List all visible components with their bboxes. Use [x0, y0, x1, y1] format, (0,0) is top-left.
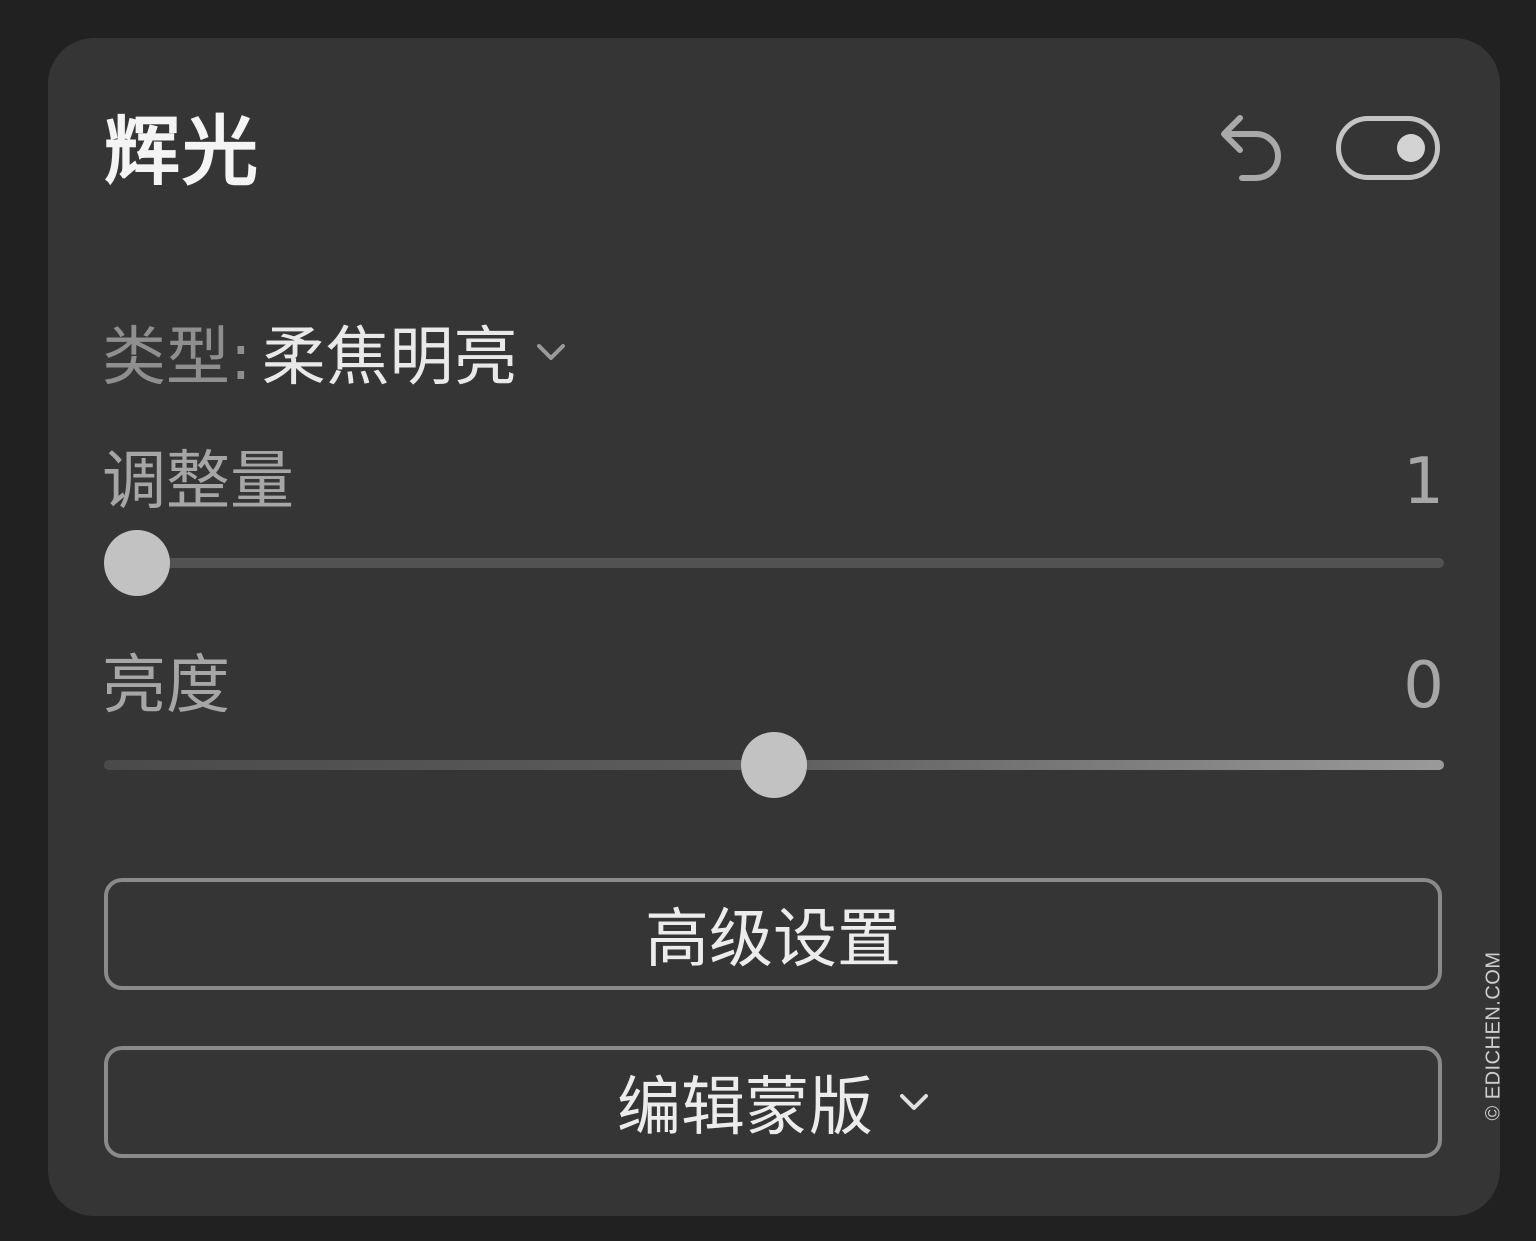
type-dropdown[interactable]: 柔焦明亮 — [252, 306, 566, 398]
watermark: © EDICHEN.COM — [1482, 951, 1505, 1121]
chevron-down-icon — [900, 1094, 928, 1110]
brightness-slider-thumb[interactable] — [741, 732, 807, 798]
toggle-knob — [1397, 134, 1425, 162]
amount-track — [104, 558, 1444, 568]
advanced-settings-button[interactable]: 高级设置 — [104, 878, 1442, 990]
type-row: 类型: 柔焦明亮 — [102, 310, 566, 395]
amount-value: 1 — [1403, 445, 1444, 519]
brightness-label: 亮度 — [102, 649, 230, 723]
brightness-slider[interactable] — [104, 730, 1444, 800]
edit-mask-label: 编辑蒙版 — [617, 1071, 873, 1145]
chevron-down-icon — [536, 344, 565, 360]
amount-label: 调整量 — [102, 445, 294, 519]
panel-title: 辉光 — [104, 107, 260, 196]
amount-slider[interactable] — [104, 528, 1444, 598]
type-label: 类型: — [102, 321, 252, 395]
undo-icon[interactable] — [1218, 110, 1286, 186]
edit-mask-button[interactable]: 编辑蒙版 — [104, 1046, 1442, 1158]
brightness-value: 0 — [1403, 649, 1444, 723]
amount-slider-thumb[interactable] — [104, 530, 170, 596]
advanced-settings-label: 高级设置 — [645, 903, 901, 977]
enable-toggle[interactable] — [1336, 116, 1440, 180]
glow-panel: 辉光 类型: 柔焦明亮 调整量 1 亮度 0 高级设置 编辑蒙版 — [48, 38, 1500, 1216]
type-value: 柔焦明亮 — [261, 321, 518, 395]
